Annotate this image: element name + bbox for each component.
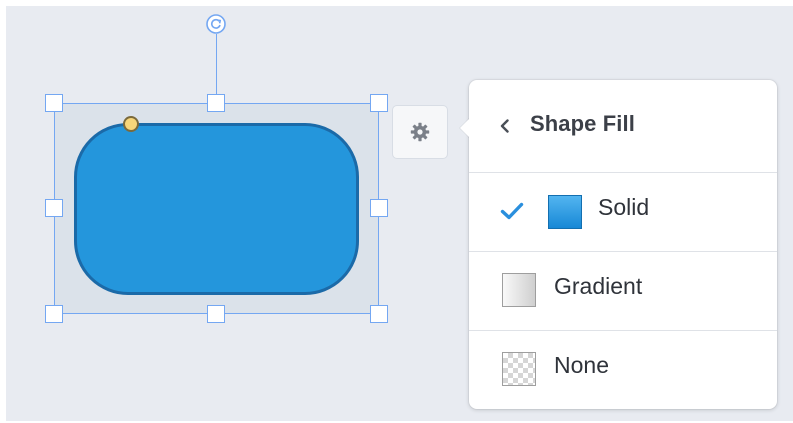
resize-handle-top[interactable] xyxy=(207,94,225,112)
fill-option-label: Solid xyxy=(598,194,650,220)
no-fill-swatch-icon xyxy=(502,352,536,386)
resize-handle-top-right[interactable] xyxy=(370,94,388,112)
rotate-icon[interactable] xyxy=(206,14,226,34)
chevron-left-icon[interactable] xyxy=(497,118,513,134)
shape-fill-back-header[interactable]: Shape Fill xyxy=(469,80,777,172)
checkmark-icon xyxy=(500,202,524,220)
fill-option-label: Gradient xyxy=(554,273,643,299)
solid-fill-swatch-icon xyxy=(548,195,582,229)
shape-fill-panel: Shape Fill Solid Gradient None xyxy=(460,80,777,409)
resize-handle-left[interactable] xyxy=(45,199,63,217)
rotation-connector xyxy=(216,34,217,102)
fill-option-gradient[interactable]: Gradient xyxy=(469,252,777,329)
fill-option-solid[interactable]: Solid xyxy=(469,173,777,250)
fill-option-none[interactable]: None xyxy=(469,331,777,408)
resize-handle-right[interactable] xyxy=(370,199,388,217)
resize-handle-bottom[interactable] xyxy=(207,305,225,323)
fill-option-label: None xyxy=(554,352,609,378)
corner-radius-handle[interactable] xyxy=(123,116,139,132)
panel-title: Shape Fill xyxy=(530,111,635,136)
resize-handle-bottom-left[interactable] xyxy=(45,305,63,323)
gear-icon xyxy=(410,122,430,142)
shape-settings-button[interactable] xyxy=(392,105,448,159)
resize-handle-top-left[interactable] xyxy=(45,94,63,112)
resize-handle-bottom-right[interactable] xyxy=(370,305,388,323)
gradient-fill-swatch-icon xyxy=(502,273,536,307)
rounded-rectangle-shape[interactable] xyxy=(74,123,359,295)
